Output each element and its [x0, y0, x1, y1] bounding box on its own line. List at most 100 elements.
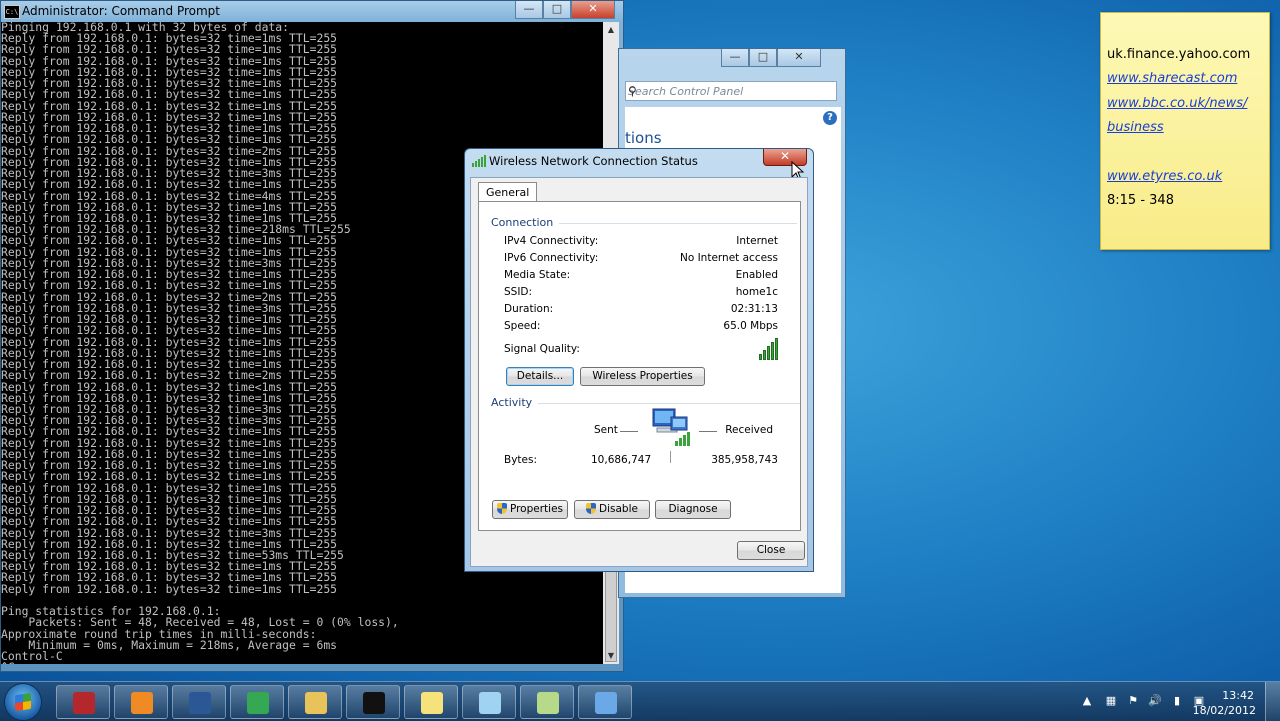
ipv6-value: No Internet access — [679, 252, 778, 264]
cp-maximize-button[interactable]: □ — [749, 49, 777, 67]
ipv6-label: IPv6 Connectivity: — [504, 252, 599, 264]
word-icon — [189, 692, 211, 714]
control-panel-icon — [595, 692, 617, 714]
explorer-icon — [305, 692, 327, 714]
wireless-status-dialog[interactable]: Wireless Network Connection Status ✕ Gen… — [464, 148, 814, 572]
cp-minimize-button[interactable]: — — [721, 49, 749, 67]
signal-quality-icon — [759, 338, 778, 360]
diagnose-button[interactable]: Diagnose — [655, 500, 731, 519]
taskbar-button[interactable] — [520, 685, 574, 719]
power-icon[interactable]: ▮ — [1170, 694, 1184, 708]
taskbar-button[interactable] — [172, 685, 226, 719]
taskbar-button[interactable] — [114, 685, 168, 719]
search-icon[interactable]: ⚲ — [628, 84, 832, 98]
notepad-icon — [479, 692, 501, 714]
console-line: Reply from 192.168.0.1: bytes=32 time=1m… — [1, 581, 338, 596]
note-link-bbc-business: business — [1107, 120, 1164, 135]
disable-button-label: Disable — [599, 503, 638, 515]
console-line: Control-C — [1, 649, 63, 664]
media-state-label: Media State: — [504, 269, 571, 281]
cp-close-button[interactable]: ✕ — [777, 49, 821, 67]
signal-bar — [763, 350, 766, 360]
network-tray-icon[interactable]: ▦ — [1104, 694, 1118, 708]
bytes-divider — [670, 451, 671, 463]
console-line: Minimum = 0ms, Maximum = 218ms, Average … — [1, 637, 338, 652]
scroll-down-icon[interactable]: ▼ — [603, 648, 619, 664]
sticky-note[interactable]: uk.finance.yahoo.com www.sharecast.com w… — [1100, 12, 1270, 250]
taskbar-button[interactable] — [578, 685, 632, 719]
properties-button-label: Properties — [509, 503, 564, 515]
general-tab-panel: Connection IPv4 Connectivity: Internet I… — [478, 201, 802, 531]
activity-header: Activity — [491, 396, 802, 409]
network-computer-icon — [652, 408, 690, 446]
action-center-icon[interactable]: ⚑ — [1126, 694, 1140, 708]
signal-quality-label: Signal Quality: — [504, 343, 580, 355]
chrome-icon — [247, 692, 269, 714]
wireless-properties-button[interactable]: Wireless Properties — [580, 367, 705, 386]
speed-value: 65.0 Mbps — [723, 320, 778, 332]
cmd-icon: C:\ — [4, 5, 20, 19]
close-button[interactable]: ✕ — [571, 1, 615, 19]
ipv4-value: Internet — [736, 235, 778, 247]
received-label: Received — [725, 424, 773, 436]
disable-button[interactable]: Disable — [574, 500, 650, 519]
bytes-sent-value: 10,686,747 — [591, 454, 652, 466]
signal-bar — [759, 354, 762, 360]
signal-bar — [775, 338, 778, 360]
system-tray: ▲ ▦ ⚑ 🔊 ▮ ▣ 13:42 18/02/2012 — [1080, 682, 1280, 721]
maximize-button[interactable]: □ — [543, 1, 571, 19]
show-hidden-icons-icon[interactable]: ▲ — [1080, 694, 1094, 708]
control-panel-heading: tions — [625, 129, 662, 147]
taskbar-button[interactable] — [56, 685, 110, 719]
dialog-body: General Connection IPv4 Connectivity: In… — [470, 177, 808, 567]
taskbar: ▲ ▦ ⚑ 🔊 ▮ ▣ 13:42 18/02/2012 — [0, 681, 1280, 721]
help-icon[interactable]: ? — [823, 111, 837, 125]
taskbar-button[interactable] — [462, 685, 516, 719]
media-state-value: Enabled — [735, 269, 778, 281]
connection-header: Connection — [491, 216, 799, 229]
note-link-bbc: www.bbc.co.uk/news/ — [1107, 96, 1248, 111]
duration-value: 02:31:13 — [730, 303, 778, 315]
cmd-titlebar[interactable]: C:\ Administrator: Command Prompt — □ ✕ — [1, 1, 623, 22]
shield-icon — [496, 503, 507, 514]
taskbar-button[interactable] — [346, 685, 400, 719]
volume-icon[interactable]: 🔊 — [1148, 694, 1162, 708]
ssid-label: SSID: — [504, 286, 533, 298]
start-button[interactable] — [4, 683, 42, 721]
tab-general[interactable]: General — [478, 182, 538, 202]
note-link-etyres: www.etyres.co.uk — [1107, 169, 1223, 184]
clock-date[interactable]: 18/02/2012 — [1193, 704, 1256, 717]
note-link-sharecast: www.sharecast.com — [1107, 71, 1238, 86]
folder-icon — [537, 692, 559, 714]
bytes-label: Bytes: — [504, 454, 538, 466]
shield-icon — [586, 503, 597, 514]
details-button[interactable]: Details... — [506, 367, 574, 386]
note-line-time: 8:15 - 348 — [1107, 193, 1174, 208]
app-icon — [73, 692, 95, 714]
windows-logo-icon — [15, 692, 31, 712]
media-player-icon — [131, 692, 153, 714]
sticky-notes-icon — [421, 692, 443, 714]
clock-time[interactable]: 13:42 — [1222, 689, 1254, 702]
taskbar-button[interactable] — [230, 685, 284, 719]
speed-label: Speed: — [504, 320, 541, 332]
wireless-signal-icon — [472, 155, 486, 167]
show-desktop-button[interactable] — [1265, 682, 1280, 721]
cmd-icon — [363, 692, 385, 714]
control-panel-search-input[interactable]: Search Control Panel ⚲ — [625, 81, 837, 101]
sent-line — [620, 431, 638, 432]
taskbar-button[interactable] — [288, 685, 342, 719]
minimize-button[interactable]: — — [515, 1, 543, 19]
bytes-received-value: 385,958,743 — [711, 454, 778, 466]
duration-label: Duration: — [504, 303, 554, 315]
scroll-up-icon[interactable]: ▲ — [603, 22, 619, 38]
signal-bar — [767, 346, 770, 360]
sent-label: Sent — [594, 424, 618, 436]
cmd-title: Administrator: Command Prompt — [22, 4, 220, 18]
taskbar-button[interactable] — [404, 685, 458, 719]
properties-button[interactable]: Properties — [492, 500, 568, 519]
close-dialog-button[interactable]: Close — [737, 541, 805, 560]
console-line: ^C — [1, 662, 603, 664]
ssid-value: home1c — [735, 286, 778, 298]
dialog-title: Wireless Network Connection Status — [489, 154, 698, 168]
